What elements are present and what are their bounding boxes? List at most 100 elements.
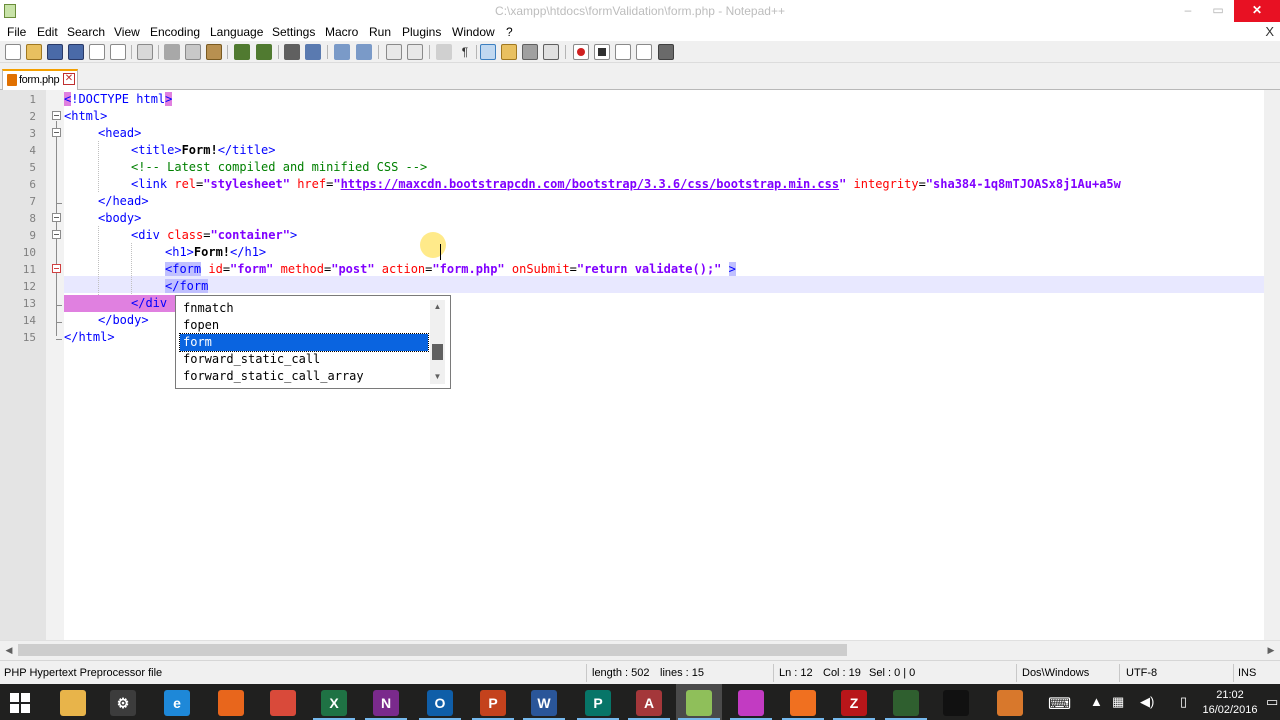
- copy-icon[interactable]: [185, 44, 201, 60]
- indent-guide-icon[interactable]: [480, 44, 496, 60]
- fold-toggle-icon[interactable]: [52, 128, 61, 137]
- close-all-icon[interactable]: [110, 44, 126, 60]
- fold-toggle-icon[interactable]: [52, 111, 61, 120]
- paste-icon[interactable]: [206, 44, 222, 60]
- sync-h-icon[interactable]: [407, 44, 423, 60]
- tab-close-icon[interactable]: ✕: [63, 73, 75, 85]
- code-line-8: <body>: [98, 211, 142, 225]
- publisher-icon[interactable]: P: [585, 690, 611, 716]
- autocomplete-popup[interactable]: fnmatch fopen form forward_static_call f…: [175, 295, 451, 389]
- close-button[interactable]: ✕: [1234, 0, 1280, 22]
- zoom-out-icon[interactable]: [356, 44, 372, 60]
- autocomplete-item-selected[interactable]: form: [179, 333, 429, 352]
- code-line-11: <form id="form" method="post" action="fo…: [165, 262, 736, 276]
- zoom-in-icon[interactable]: [334, 44, 350, 60]
- scroll-thumb[interactable]: [18, 644, 847, 656]
- find-icon[interactable]: [284, 44, 300, 60]
- autocomplete-item[interactable]: fnmatch: [180, 300, 428, 317]
- print-icon[interactable]: [137, 44, 153, 60]
- scroll-right-icon[interactable]: ▶: [1264, 643, 1278, 657]
- menu-run[interactable]: Run: [369, 25, 391, 39]
- fold-toggle-icon[interactable]: [52, 264, 61, 273]
- menu-help[interactable]: ?: [506, 25, 513, 39]
- autocomplete-item[interactable]: forward_static_call: [180, 351, 428, 368]
- menu-macro[interactable]: Macro: [325, 25, 358, 39]
- vertical-scrollbar[interactable]: [1264, 90, 1280, 640]
- horizontal-scrollbar[interactable]: ◀ ▶: [0, 640, 1280, 658]
- save-all-icon[interactable]: [68, 44, 84, 60]
- settings-app-icon[interactable]: ⚙: [110, 690, 136, 716]
- keyboard-icon[interactable]: ⌨: [1048, 694, 1071, 714]
- code-line-14: </body>: [98, 313, 149, 327]
- menu-file[interactable]: File: [7, 25, 26, 39]
- play-macro-icon[interactable]: [615, 44, 631, 60]
- doc-map-icon[interactable]: [522, 44, 538, 60]
- menu-window[interactable]: Window: [452, 25, 495, 39]
- tab-form-php[interactable]: form.php ✕: [2, 69, 78, 90]
- cmd-icon[interactable]: [943, 690, 969, 716]
- replace-icon[interactable]: [305, 44, 321, 60]
- internet-explorer-icon[interactable]: e: [164, 690, 190, 716]
- maximize-button[interactable]: ▭: [1204, 0, 1232, 22]
- xampp-icon[interactable]: [790, 690, 816, 716]
- undo-icon[interactable]: [234, 44, 250, 60]
- save-macro-icon[interactable]: [658, 44, 674, 60]
- scroll-left-icon[interactable]: ◀: [2, 643, 16, 657]
- clock-time[interactable]: 21:02: [1200, 689, 1260, 701]
- menu-search[interactable]: Search: [67, 25, 105, 39]
- firefox-icon[interactable]: [218, 690, 244, 716]
- menu-edit[interactable]: Edit: [37, 25, 58, 39]
- menu-view[interactable]: View: [114, 25, 140, 39]
- volume-icon[interactable]: ◀): [1140, 694, 1154, 710]
- clock-date[interactable]: 16/02/2016: [1200, 704, 1260, 716]
- open-file-icon[interactable]: [26, 44, 42, 60]
- current-line-highlight: [64, 276, 1280, 293]
- word-wrap-icon[interactable]: [436, 44, 452, 60]
- outlook-icon[interactable]: O: [427, 690, 453, 716]
- menu-encoding[interactable]: Encoding: [150, 25, 200, 39]
- excel-icon[interactable]: X: [321, 690, 347, 716]
- network-icon[interactable]: ▦: [1112, 694, 1124, 710]
- scroll-thumb[interactable]: [432, 344, 443, 360]
- menu-language[interactable]: Language: [210, 25, 263, 39]
- record-macro-icon[interactable]: [573, 44, 589, 60]
- new-file-icon[interactable]: [5, 44, 21, 60]
- file-explorer-icon[interactable]: [60, 690, 86, 716]
- stop-macro-icon[interactable]: [594, 44, 610, 60]
- autocomplete-scrollbar[interactable]: ▲ ▼: [430, 300, 445, 384]
- user-lang-icon[interactable]: [501, 44, 517, 60]
- mysql-workbench-icon[interactable]: [997, 690, 1023, 716]
- close-document-button[interactable]: X: [1265, 24, 1274, 39]
- redo-icon[interactable]: [256, 44, 272, 60]
- fold-toggle-icon[interactable]: [52, 213, 61, 222]
- chrome-icon[interactable]: [270, 690, 296, 716]
- battery-icon[interactable]: ▯: [1180, 694, 1187, 710]
- cut-icon[interactable]: [164, 44, 180, 60]
- phpstorm-icon[interactable]: [738, 690, 764, 716]
- function-list-icon[interactable]: [543, 44, 559, 60]
- scroll-up-icon[interactable]: ▲: [432, 302, 443, 312]
- menu-settings[interactable]: Settings: [272, 25, 315, 39]
- sync-v-icon[interactable]: [386, 44, 402, 60]
- powerpoint-icon[interactable]: P: [480, 690, 506, 716]
- tray-expand-icon[interactable]: ▲: [1090, 694, 1103, 709]
- filezilla-icon[interactable]: Z: [841, 690, 867, 716]
- fold-toggle-icon[interactable]: [52, 230, 61, 239]
- save-icon[interactable]: [47, 44, 63, 60]
- close-icon[interactable]: [89, 44, 105, 60]
- windows-start-icon[interactable]: [10, 693, 30, 713]
- onenote-icon[interactable]: N: [373, 690, 399, 716]
- word-icon[interactable]: W: [531, 690, 557, 716]
- minimize-button[interactable]: –: [1174, 0, 1202, 22]
- run-macro-multiple-icon[interactable]: [636, 44, 652, 60]
- terminal-green-icon[interactable]: [893, 690, 919, 716]
- autocomplete-item[interactable]: fopen: [180, 317, 428, 334]
- show-all-chars-icon[interactable]: ¶: [457, 44, 473, 60]
- notifications-icon[interactable]: ▭: [1266, 694, 1278, 710]
- scroll-down-icon[interactable]: ▼: [432, 372, 443, 382]
- autocomplete-item[interactable]: forward_static_call_array: [180, 368, 428, 385]
- menu-plugins[interactable]: Plugins: [402, 25, 441, 39]
- access-icon[interactable]: A: [636, 690, 662, 716]
- bootstrap-link[interactable]: https://maxcdn.bootstrapcdn.com/bootstra…: [341, 177, 840, 191]
- notepad-plus-plus-icon[interactable]: [686, 690, 712, 716]
